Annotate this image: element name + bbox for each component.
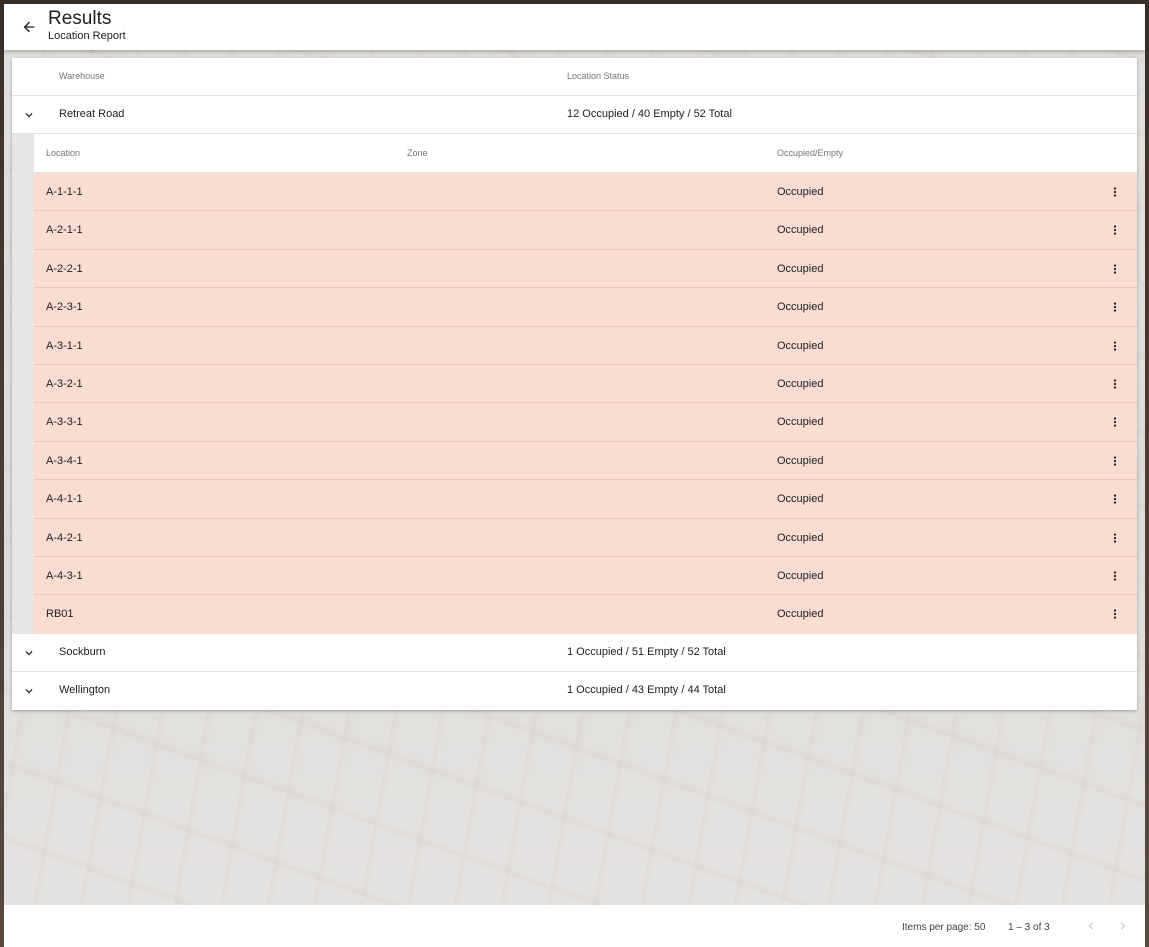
location-cell: A-2-1-1: [46, 224, 83, 237]
table-row[interactable]: RB01 Occupied: [34, 595, 1137, 634]
back-button[interactable]: [16, 14, 42, 40]
table-row[interactable]: A-1-1-1 Occupied: [34, 173, 1137, 212]
expand-toggle[interactable]: [22, 646, 36, 660]
location-cell: A-2-2-1: [46, 262, 83, 275]
location-cell: A-4-3-1: [46, 569, 83, 582]
detail-table-header: Location Zone Occupied/Empty: [34, 134, 1137, 173]
occupied-cell: Occupied: [777, 493, 824, 506]
table-row[interactable]: A-3-1-1 Occupied: [34, 326, 1137, 365]
occupied-cell: Occupied: [777, 224, 824, 237]
occupied-cell: Occupied: [777, 301, 824, 314]
table-row[interactable]: A-4-1-1 Occupied: [34, 480, 1137, 519]
items-per-page[interactable]: Items per page: 50: [902, 922, 985, 933]
chevron-right-icon: [1121, 922, 1126, 930]
warehouse-status: 1 Occupied / 43 Empty / 44 Total: [567, 683, 726, 696]
row-menu-button[interactable]: [1108, 299, 1122, 315]
next-page-button[interactable]: [1115, 918, 1131, 934]
page-title: Results: [48, 8, 112, 29]
location-cell: RB01: [46, 608, 74, 621]
warehouse-row[interactable]: Retreat Road 12 Occupied / 40 Empty / 52…: [12, 96, 1137, 134]
occupied-cell: Occupied: [777, 454, 824, 467]
location-cell: A-4-1-1: [46, 493, 83, 506]
column-header-zone[interactable]: Zone: [407, 148, 428, 158]
row-menu-button[interactable]: [1108, 414, 1122, 430]
column-header-warehouse[interactable]: Warehouse: [59, 71, 105, 81]
location-cell: A-2-3-1: [46, 301, 83, 314]
more-vert-icon: [1113, 264, 1117, 274]
location-cell: A-4-2-1: [46, 531, 83, 544]
warehouse-status: 1 Occupied / 51 Empty / 52 Total: [567, 645, 726, 658]
chevron-down-icon: [25, 688, 33, 694]
column-header-location[interactable]: Location: [46, 148, 80, 158]
more-vert-icon: [1113, 609, 1117, 619]
row-menu-button[interactable]: [1108, 530, 1122, 546]
more-vert-icon: [1113, 417, 1117, 428]
page-subtitle: Location Report: [48, 30, 126, 42]
row-menu-button[interactable]: [1108, 453, 1122, 469]
more-vert-icon: [1113, 187, 1117, 197]
row-menu-button[interactable]: [1108, 491, 1122, 507]
warehouse-name: Wellington: [59, 683, 111, 696]
chevron-left-icon: [1088, 922, 1093, 930]
more-vert-icon: [1113, 494, 1117, 504]
more-vert-icon: [1113, 340, 1117, 351]
table-row[interactable]: A-3-2-1 Occupied: [34, 364, 1137, 404]
location-cell: A-3-2-1: [46, 377, 83, 390]
occupied-cell: Occupied: [777, 186, 824, 198]
row-menu-button[interactable]: [1108, 376, 1122, 392]
row-menu-button[interactable]: [1108, 222, 1122, 238]
page-range-label: 1 – 3 of 3: [1008, 922, 1050, 933]
chevron-down-icon: [25, 113, 33, 118]
more-vert-icon: [1113, 532, 1117, 543]
occupied-cell: Occupied: [777, 377, 824, 390]
detail-rows: A-1-1-1 Occupied A-2-1-1 Occupied A-2-2-1 Occ…: [34, 173, 1137, 634]
table-header: Warehouse Location Status: [12, 58, 1137, 96]
occupied-cell: Occupied: [777, 531, 824, 544]
more-vert-icon: [1113, 225, 1117, 236]
occupied-cell: Occupied: [777, 416, 824, 429]
previous-page-button[interactable]: [1083, 918, 1099, 934]
warehouse-row[interactable]: Sockburn 1 Occupied / 51 Empty / 52 Tota…: [12, 633, 1137, 672]
more-vert-icon: [1113, 571, 1117, 581]
expand-toggle[interactable]: [22, 684, 36, 698]
column-header-occupied-empty[interactable]: Occupied/Empty: [777, 148, 843, 158]
row-menu-button[interactable]: [1108, 338, 1122, 354]
warehouse-status: 12 Occupied / 40 Empty / 52 Total: [567, 108, 732, 120]
location-cell: A-1-1-1: [46, 186, 83, 198]
expand-toggle[interactable]: [22, 108, 36, 122]
occupied-cell: Occupied: [777, 262, 824, 275]
occupied-cell: Occupied: [777, 608, 824, 621]
table-row[interactable]: A-2-2-1 Occupied: [34, 249, 1137, 289]
occupied-cell: Occupied: [777, 339, 824, 352]
column-header-location-status[interactable]: Location Status: [567, 71, 629, 81]
chevron-down-icon: [25, 650, 33, 656]
warehouse-detail: Location Zone Occupied/Empty A-1-1-1 Occu…: [12, 134, 1137, 634]
more-vert-icon: [1113, 379, 1117, 389]
table-row[interactable]: A-3-3-1 Occupied: [34, 403, 1137, 442]
warehouse-name: Sockburn: [59, 645, 106, 658]
row-menu-button[interactable]: [1108, 568, 1122, 584]
warehouse-row[interactable]: Wellington 1 Occupied / 43 Empty / 44 To…: [12, 671, 1137, 710]
arrow-back-icon: [23, 21, 35, 33]
location-cell: A-3-1-1: [46, 339, 83, 352]
table-row[interactable]: A-2-3-1 Occupied: [34, 288, 1137, 327]
row-menu-button[interactable]: [1108, 606, 1122, 622]
results-table: Warehouse Location Status Retreat Road 1…: [12, 58, 1137, 710]
more-vert-icon: [1113, 302, 1117, 312]
table-row[interactable]: A-4-2-1 Occupied: [34, 518, 1137, 557]
table-row[interactable]: A-3-4-1 Occupied: [34, 441, 1137, 481]
paginator: Items per page: 50 1 – 3 of 3: [4, 905, 1145, 947]
row-menu-button[interactable]: [1108, 261, 1122, 277]
app-header: Results Location Report: [4, 4, 1145, 50]
occupied-cell: Occupied: [777, 569, 824, 582]
table-row[interactable]: A-2-1-1 Occupied: [34, 211, 1137, 250]
row-menu-button[interactable]: [1108, 184, 1122, 200]
location-cell: A-3-4-1: [46, 454, 83, 467]
warehouse-name: Retreat Road: [59, 108, 125, 120]
table-row[interactable]: A-4-3-1 Occupied: [34, 556, 1137, 596]
location-cell: A-3-3-1: [46, 416, 83, 429]
more-vert-icon: [1113, 456, 1117, 466]
